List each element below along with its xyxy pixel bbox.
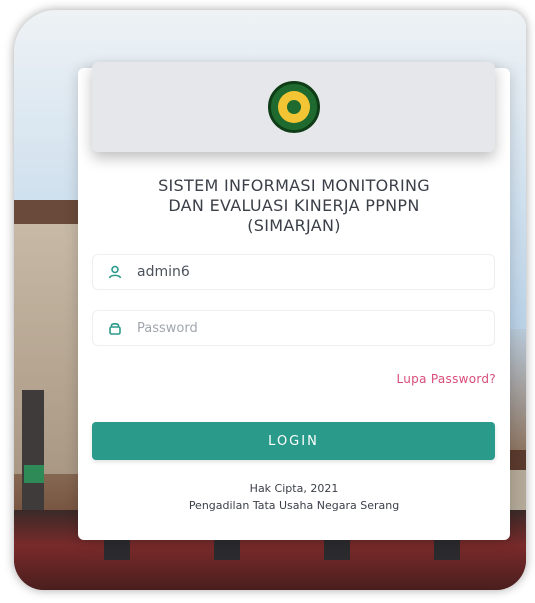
logo-header bbox=[92, 62, 495, 152]
password-placeholder[interactable]: Password bbox=[137, 321, 198, 336]
login-button[interactable]: LOGIN bbox=[92, 422, 495, 460]
app-title-line-3: (SIMARJAN) bbox=[247, 216, 341, 235]
user-icon bbox=[93, 254, 137, 290]
app-title: SISTEM INFORMASI MONITORING DAN EVALUASI… bbox=[78, 176, 510, 236]
login-card: SISTEM INFORMASI MONITORING DAN EVALUASI… bbox=[78, 62, 510, 540]
footer: Hak Cipta, 2021 Pengadilan Tata Usaha Ne… bbox=[78, 480, 510, 514]
app-title-line-1: SISTEM INFORMASI MONITORING bbox=[158, 176, 430, 195]
password-field[interactable]: Password bbox=[92, 310, 495, 346]
organization-text: Pengadilan Tata Usaha Negara Serang bbox=[188, 499, 400, 512]
username-value[interactable]: admin6 bbox=[137, 264, 190, 280]
login-screen: SISTEM INFORMASI MONITORING DAN EVALUASI… bbox=[0, 0, 535, 603]
court-emblem-logo bbox=[267, 81, 320, 133]
lock-icon bbox=[93, 310, 137, 346]
copyright-text: Hak Cipta, 2021 bbox=[249, 482, 339, 495]
forgot-password-link[interactable]: Lupa Password? bbox=[397, 372, 497, 386]
username-field[interactable]: admin6 bbox=[92, 254, 495, 290]
app-title-line-2: DAN EVALUASI KINERJA PPNPN bbox=[168, 196, 420, 215]
